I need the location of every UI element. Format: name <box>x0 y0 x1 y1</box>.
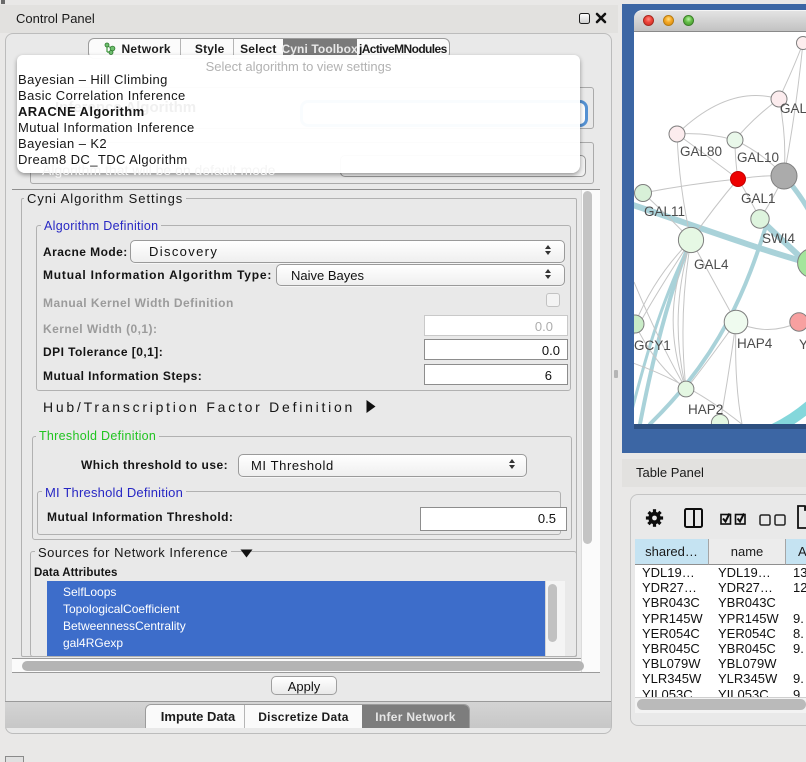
svg-text:GAL1: GAL1 <box>741 191 776 206</box>
svg-text:GAL7: GAL7 <box>780 101 806 116</box>
svg-text:GAL80: GAL80 <box>680 144 722 159</box>
svg-text:GAL10: GAL10 <box>737 150 779 165</box>
svg-text:GCY1: GCY1 <box>634 338 671 353</box>
svg-text:GAL11: GAL11 <box>644 204 685 219</box>
svg-text:HAP2: HAP2 <box>688 402 723 417</box>
svg-text:GAL4: GAL4 <box>694 257 729 272</box>
svg-text:HAP4: HAP4 <box>737 336 773 351</box>
svg-text:SWI4: SWI4 <box>762 231 795 246</box>
svg-text:Y: Y <box>799 337 806 352</box>
